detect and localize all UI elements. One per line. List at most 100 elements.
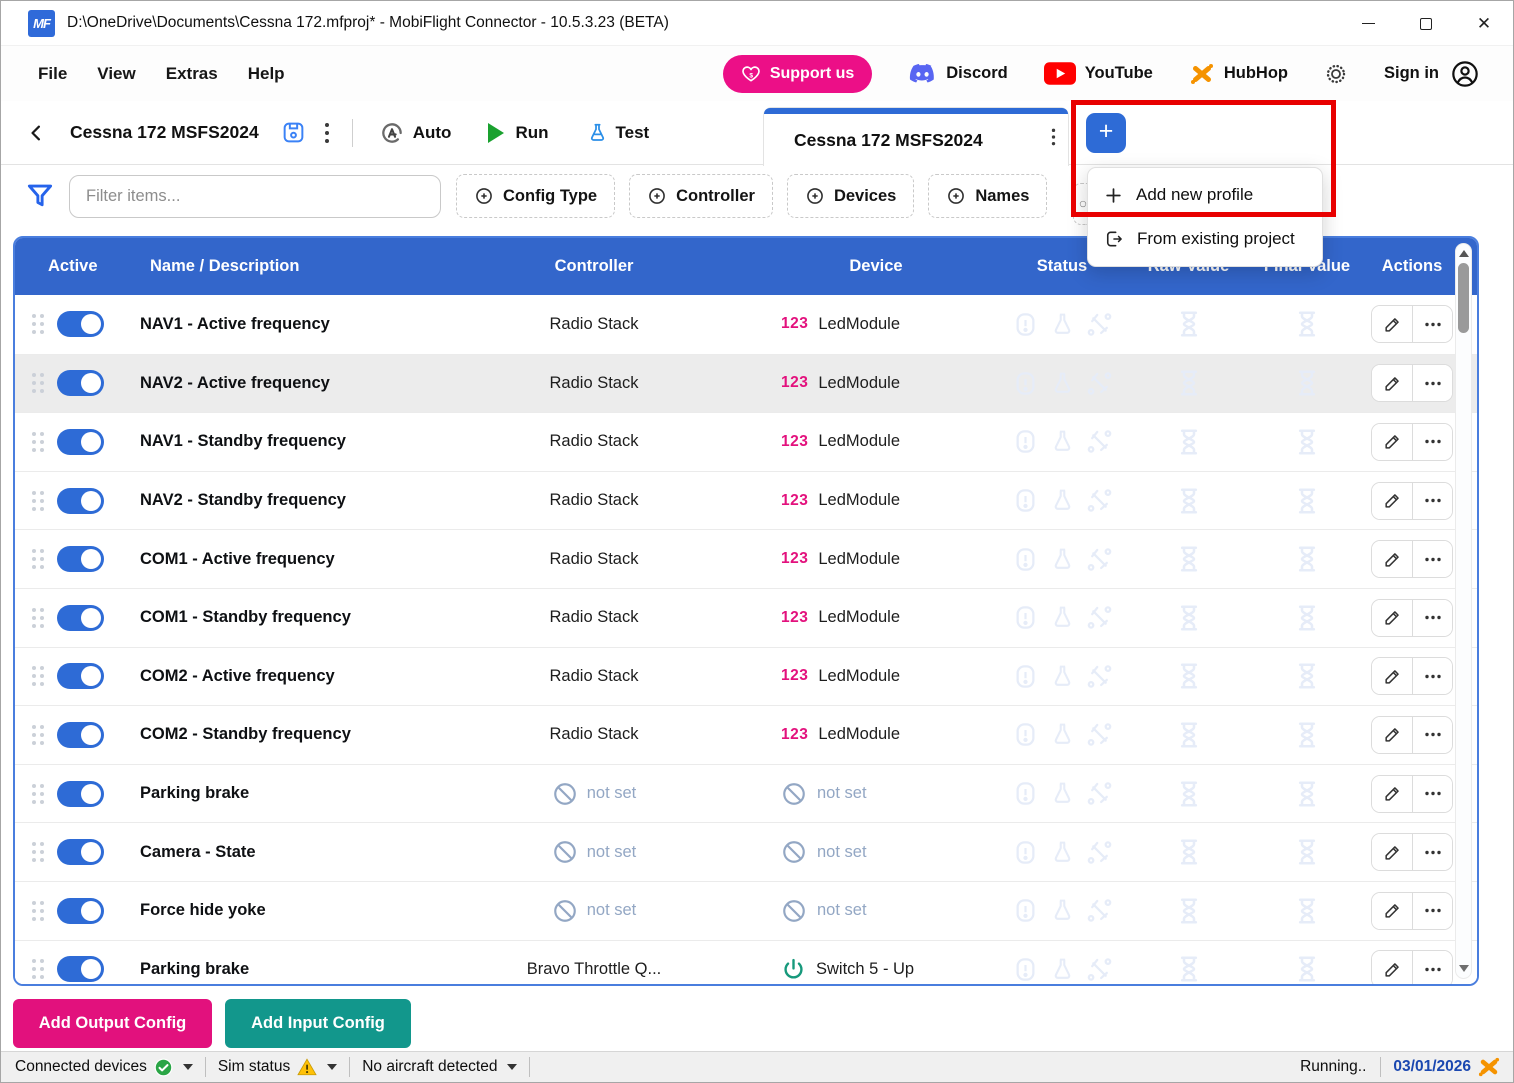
edit-button[interactable] bbox=[1372, 306, 1412, 342]
scroll-up-arrow-icon[interactable] bbox=[1459, 250, 1469, 257]
status-warning-icon bbox=[1012, 897, 1039, 924]
drag-handle-icon[interactable] bbox=[32, 842, 36, 846]
scrollbar[interactable] bbox=[1455, 243, 1472, 979]
menu-view[interactable]: View bbox=[82, 64, 150, 84]
controller-cell: Radio Stack bbox=[428, 667, 760, 686]
active-toggle[interactable] bbox=[57, 663, 104, 689]
config-name[interactable]: COM2 - Standby frequency bbox=[140, 725, 428, 744]
maximize-button[interactable] bbox=[1397, 1, 1455, 46]
menu-file[interactable]: File bbox=[23, 64, 82, 84]
edit-button[interactable] bbox=[1372, 834, 1412, 870]
filter-input[interactable] bbox=[69, 175, 441, 218]
sim-status[interactable]: Sim status bbox=[212, 1058, 343, 1076]
connected-devices-status[interactable]: Connected devices bbox=[9, 1058, 199, 1077]
config-name[interactable]: Parking brake bbox=[140, 960, 428, 979]
auto-button[interactable]: Auto bbox=[379, 120, 452, 146]
config-name[interactable]: NAV2 - Active frequency bbox=[140, 374, 428, 393]
test-button[interactable]: Test bbox=[587, 121, 650, 145]
config-name[interactable]: COM2 - Active frequency bbox=[140, 667, 428, 686]
active-toggle[interactable] bbox=[57, 488, 104, 514]
menu-extras[interactable]: Extras bbox=[151, 64, 233, 84]
filter-chip-devices[interactable]: Devices bbox=[787, 174, 914, 218]
drag-handle-icon[interactable] bbox=[32, 725, 36, 729]
edit-button[interactable] bbox=[1372, 776, 1412, 812]
more-actions-button[interactable] bbox=[1412, 483, 1452, 519]
more-actions-button[interactable] bbox=[1412, 834, 1452, 870]
support-us-button[interactable]: $ Support us bbox=[723, 55, 872, 93]
hubhop-link[interactable]: HubHop bbox=[1189, 62, 1288, 86]
filter-chip-config-type[interactable]: Config Type bbox=[456, 174, 615, 218]
more-actions-button[interactable] bbox=[1412, 306, 1452, 342]
aircraft-status[interactable]: No aircraft detected bbox=[356, 1058, 523, 1076]
filter-chip-controller[interactable]: Controller bbox=[629, 174, 773, 218]
active-toggle[interactable] bbox=[57, 546, 104, 572]
edit-button[interactable] bbox=[1372, 483, 1412, 519]
drag-handle-icon[interactable] bbox=[32, 959, 36, 963]
sign-in-button[interactable]: Sign in bbox=[1384, 60, 1479, 88]
add-output-config-button[interactable]: Add Output Config bbox=[13, 999, 212, 1048]
active-toggle[interactable] bbox=[57, 898, 104, 924]
edit-button[interactable] bbox=[1372, 893, 1412, 929]
more-actions-button[interactable] bbox=[1412, 893, 1452, 929]
scrollbar-thumb[interactable] bbox=[1458, 263, 1469, 333]
filter-chip-names[interactable]: Names bbox=[928, 174, 1047, 218]
config-name[interactable]: COM1 - Standby frequency bbox=[140, 608, 428, 627]
active-toggle[interactable] bbox=[57, 605, 104, 631]
project-kebab-icon[interactable] bbox=[324, 122, 330, 144]
drag-handle-icon[interactable] bbox=[32, 666, 36, 670]
drag-handle-icon[interactable] bbox=[32, 491, 36, 495]
drag-handle-icon[interactable] bbox=[32, 549, 36, 553]
config-name[interactable]: NAV1 - Active frequency bbox=[140, 315, 428, 334]
edit-button[interactable] bbox=[1372, 424, 1412, 460]
config-name[interactable]: NAV1 - Standby frequency bbox=[140, 432, 428, 451]
edit-button[interactable] bbox=[1372, 658, 1412, 694]
more-actions-button[interactable] bbox=[1412, 717, 1452, 753]
add-input-config-button[interactable]: Add Input Config bbox=[225, 999, 411, 1048]
menu-item-from-existing-project[interactable]: From existing project bbox=[1088, 217, 1322, 261]
table-row: NAV2 - Standby frequency Radio Stack 123… bbox=[15, 471, 1477, 530]
controller-cell: Radio Stack bbox=[428, 432, 760, 451]
more-actions-button[interactable] bbox=[1412, 658, 1452, 694]
more-actions-button[interactable] bbox=[1412, 365, 1452, 401]
active-toggle[interactable] bbox=[57, 722, 104, 748]
more-actions-button[interactable] bbox=[1412, 424, 1452, 460]
drag-handle-icon[interactable] bbox=[32, 608, 36, 612]
drag-handle-icon[interactable] bbox=[32, 373, 36, 377]
active-toggle[interactable] bbox=[57, 956, 104, 982]
tab-kebab-icon[interactable] bbox=[1051, 128, 1056, 147]
active-toggle[interactable] bbox=[57, 781, 104, 807]
edit-button[interactable] bbox=[1372, 541, 1412, 577]
drag-handle-icon[interactable] bbox=[32, 432, 36, 436]
more-actions-button[interactable] bbox=[1412, 600, 1452, 636]
more-actions-button[interactable] bbox=[1412, 776, 1452, 812]
theme-sun-icon[interactable] bbox=[1324, 62, 1348, 86]
close-button[interactable]: ✕ bbox=[1455, 1, 1513, 46]
drag-handle-icon[interactable] bbox=[32, 314, 36, 318]
more-actions-button[interactable] bbox=[1412, 541, 1452, 577]
scroll-down-arrow-icon[interactable] bbox=[1459, 965, 1469, 972]
menu-help[interactable]: Help bbox=[233, 64, 300, 84]
config-name[interactable]: Force hide yoke bbox=[140, 901, 428, 920]
edit-button[interactable] bbox=[1372, 951, 1412, 986]
config-name[interactable]: COM1 - Active frequency bbox=[140, 550, 428, 569]
drag-handle-icon[interactable] bbox=[32, 784, 36, 788]
config-name[interactable]: NAV2 - Standby frequency bbox=[140, 491, 428, 510]
drag-handle-icon[interactable] bbox=[32, 901, 36, 905]
youtube-link[interactable]: YouTube bbox=[1044, 62, 1153, 85]
active-toggle[interactable] bbox=[57, 839, 104, 865]
edit-button[interactable] bbox=[1372, 365, 1412, 401]
active-toggle[interactable] bbox=[57, 429, 104, 455]
run-button[interactable]: Run bbox=[485, 121, 548, 145]
save-icon[interactable] bbox=[281, 120, 306, 145]
more-actions-button[interactable] bbox=[1412, 951, 1452, 986]
back-icon[interactable] bbox=[27, 122, 46, 144]
config-name[interactable]: Camera - State bbox=[140, 843, 428, 862]
active-toggle[interactable] bbox=[57, 370, 104, 396]
minimize-button[interactable] bbox=[1339, 1, 1397, 46]
tab-cessna-172[interactable]: Cessna 172 MSFS2024 bbox=[763, 107, 1069, 166]
edit-button[interactable] bbox=[1372, 600, 1412, 636]
discord-link[interactable]: Discord bbox=[908, 63, 1007, 85]
config-name[interactable]: Parking brake bbox=[140, 784, 428, 803]
edit-button[interactable] bbox=[1372, 717, 1412, 753]
active-toggle[interactable] bbox=[57, 311, 104, 337]
